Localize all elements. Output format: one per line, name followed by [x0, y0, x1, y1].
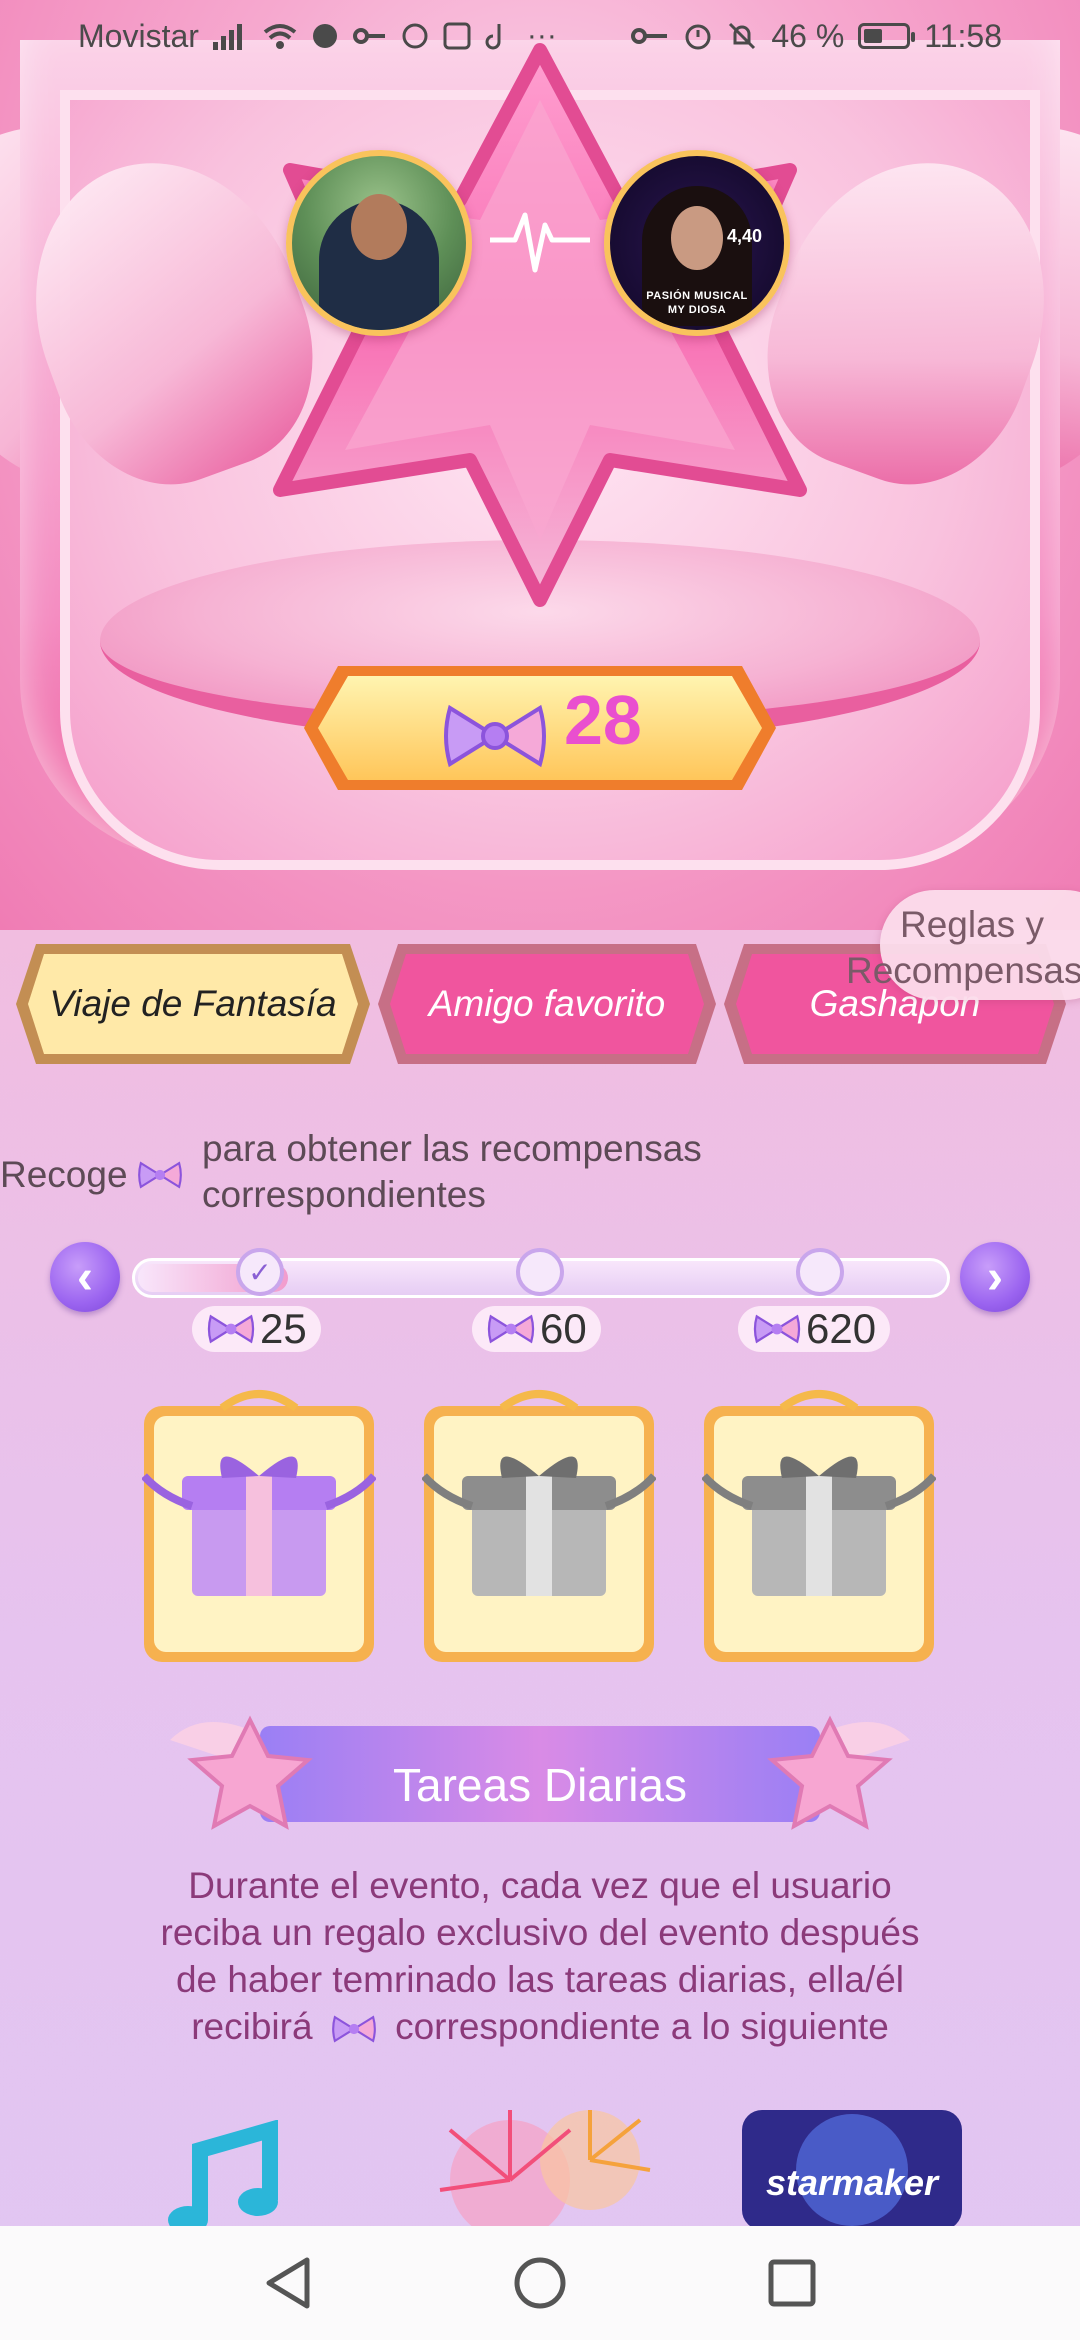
system-nav-bar — [0, 2226, 1080, 2340]
carrier-name: Movistar — [78, 17, 199, 54]
bow-icon — [487, 1314, 535, 1344]
fireworks-icon — [439, 2110, 651, 2226]
whatsapp-icon — [402, 23, 428, 49]
tab-viaje-de-fantasia[interactable]: Viaje de Fantasía — [12, 940, 374, 1068]
battery-icon — [858, 23, 916, 49]
avatar-user-left[interactable] — [286, 150, 472, 336]
key-icon — [352, 28, 385, 44]
home-icon[interactable] — [513, 2256, 567, 2310]
avatar-user-right[interactable]: 4,40 PASIÓN MUSICAL MY DIOSA — [604, 150, 790, 336]
gift-reward-3[interactable] — [702, 1386, 936, 1664]
heartbeat-icon — [490, 212, 590, 273]
milestone-node-2 — [516, 1248, 564, 1296]
starmaker-label: starmaker — [765, 2162, 939, 2203]
milestone-node-3 — [796, 1248, 844, 1296]
bow-icon — [137, 1161, 182, 1189]
tab-amigo-favorito[interactable]: Amigo favorito — [374, 940, 720, 1068]
bow-icon — [331, 2015, 376, 2043]
threshold-badge: 25 — [192, 1305, 321, 1352]
daily-tasks-description: Durante el evento, cada vez que el usuar… — [160, 1865, 920, 2047]
next-arrow-button[interactable]: › — [960, 1242, 1030, 1312]
hero-banner: 4,40 PASIÓN MUSICAL MY DIOSA 28 — [0, 0, 1080, 930]
bow-icon — [444, 704, 546, 768]
battery-percent: 46 % — [771, 17, 845, 54]
recents-icon[interactable] — [767, 2258, 817, 2308]
milestone-node-1: ✓ — [236, 1248, 284, 1296]
bow-icon — [753, 1314, 801, 1344]
alarm-icon — [685, 24, 711, 50]
music-note-icon — [168, 2120, 278, 2226]
wifi-icon — [263, 24, 297, 49]
star-decoration — [273, 43, 807, 607]
bow-icon — [207, 1314, 255, 1344]
status-bar: Movistar ··· 46 % 11:58 — [0, 0, 1080, 72]
bow-count: 28 — [564, 681, 642, 759]
app-icon — [443, 22, 471, 50]
rules-rewards-button[interactable]: Reglas y Recompensas — [846, 890, 1080, 1000]
avatar-caption: PASIÓN MUSICAL — [646, 290, 748, 302]
vpn-icon — [312, 24, 337, 48]
gift-reward-1[interactable] — [142, 1386, 376, 1664]
avatar-caption: MY DIOSA — [667, 304, 727, 316]
key-icon — [631, 28, 668, 44]
mute-icon — [729, 22, 756, 50]
tiktok-icon — [485, 24, 501, 50]
daily-tasks-title: Tareas Diarias — [393, 1759, 687, 1811]
avatar-overlay-number: 4,40 — [726, 226, 762, 246]
gift-reward-2[interactable] — [422, 1386, 656, 1664]
signal-icon — [212, 24, 242, 50]
threshold-badge: 620 — [738, 1305, 891, 1352]
back-icon[interactable] — [263, 2256, 313, 2310]
threshold-badge: 60 — [472, 1305, 601, 1352]
task-icons-row: starmaker — [0, 2080, 1080, 2226]
prev-arrow-button[interactable]: ‹ — [50, 1242, 120, 1312]
more-icon: ··· — [526, 19, 557, 52]
clock: 11:58 — [924, 17, 1002, 54]
